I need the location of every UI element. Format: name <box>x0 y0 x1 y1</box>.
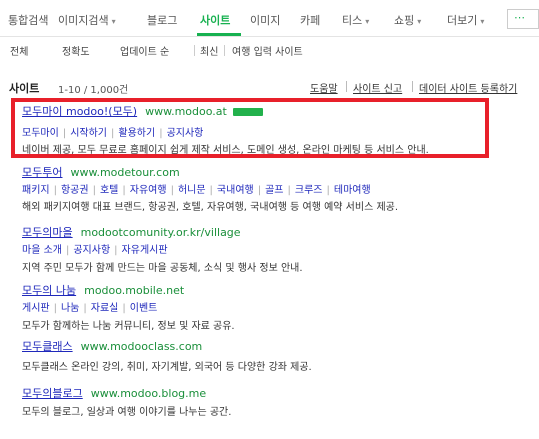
sort-accuracy[interactable]: 정확도 <box>62 43 90 58</box>
option-icon: ⋯ <box>514 11 525 24</box>
chevron-down-icon: ▾ <box>111 17 116 26</box>
result-sublinks: 마을 소개 | 공지사항 | 자유게시판 <box>22 245 168 256</box>
result-url[interactable]: www.modooclass.com <box>81 340 203 353</box>
sort-all[interactable]: 전체 <box>10 43 28 58</box>
sublink[interactable]: 골프 <box>265 185 283 196</box>
result-description: 모두의 블로그, 일상과 여행 이야기를 나누는 공간. <box>22 407 232 418</box>
result-link[interactable]: 모두클래스 <box>22 340 73 353</box>
result-description: 모두가 함께하는 나눔 커뮤니티, 정보 및 자료 공유. <box>22 321 235 332</box>
tab-image[interactable]: 이미지 <box>250 12 280 28</box>
chevron-down-icon: ▾ <box>417 17 422 26</box>
result-title: 모두의 나눔 modoo.mobile.net <box>22 282 184 298</box>
tab-more[interactable]: 더보기 ▾ <box>447 12 484 28</box>
sublink[interactable]: 이벤트 <box>130 303 158 314</box>
tab-blog[interactable]: 블로그 <box>147 12 177 28</box>
chevron-down-icon: ▾ <box>480 17 485 26</box>
result-url[interactable]: www.modetour.com <box>70 166 179 179</box>
result-title: 모두클래스 www.modooclass.com <box>22 338 202 354</box>
divider <box>194 45 195 56</box>
result-link[interactable]: 모두의 나눔 <box>22 284 76 297</box>
help-link[interactable]: 도움말 <box>310 80 338 95</box>
sublink[interactable]: 자유게시판 <box>122 245 168 256</box>
result-url[interactable]: www.modoo.blog.me <box>91 387 206 400</box>
result-sublinks: 패키지 | 항공권 | 호텔 | 자유여행 | 허니문 | 국내여행 | 골프 | 크루즈 | 테마여행 <box>22 185 371 196</box>
tab-cafe[interactable]: 카페 <box>300 12 320 28</box>
result-title: 모두투어 www.modetour.com <box>22 164 180 180</box>
sort-options: 전체 정확도 업데이트 순 최신 여행 입력 사이트 <box>0 43 539 59</box>
sublink[interactable]: 크루즈 <box>295 185 323 196</box>
result-count: 1-10 / 1,000건 <box>58 85 129 96</box>
register-site-link[interactable]: 데이터 사이트 등록하기 <box>419 80 517 95</box>
sublink[interactable]: 나눔 <box>61 303 79 314</box>
sublink[interactable]: 호텔 <box>100 185 118 196</box>
tab-shopping[interactable]: 쇼핑 ▾ <box>394 12 421 28</box>
report-site-link[interactable]: 사이트 신고 <box>353 80 402 95</box>
sublink[interactable]: 자유여행 <box>130 185 167 196</box>
highlight-box <box>11 98 489 158</box>
result-sublinks: 게시판 | 나눔 | 자료실 | 이벤트 <box>22 303 158 314</box>
chevron-down-icon: ▾ <box>365 17 370 26</box>
tab-image-search[interactable]: 이미지검색 ▾ <box>58 12 116 28</box>
sublink[interactable]: 국내여행 <box>217 185 254 196</box>
tab-site[interactable]: 사이트 <box>200 12 230 28</box>
result-description: 지역 주민 모두가 함께 만드는 마을 공동체, 소식 및 행사 정보 안내. <box>22 263 303 274</box>
result-link[interactable]: 모두의마을 <box>22 226 73 239</box>
section-title: 사이트 <box>9 82 40 95</box>
sublink[interactable]: 마을 소개 <box>22 245 62 256</box>
result-url[interactable]: modootcomunity.or.kr/village <box>81 226 241 239</box>
sublink[interactable]: 게시판 <box>22 303 50 314</box>
sublink[interactable]: 테마여행 <box>334 185 371 196</box>
tab-integrated[interactable]: 통합검색 <box>8 12 48 28</box>
sublink[interactable]: 자료실 <box>91 303 119 314</box>
divider <box>346 81 347 92</box>
divider <box>224 45 225 56</box>
result-link[interactable]: 모두투어 <box>22 166 62 179</box>
sort-update[interactable]: 업데이트 순 <box>120 43 169 58</box>
filter-site-input[interactable]: 여행 입력 사이트 <box>232 43 303 58</box>
result-description: 모두클래스 온라인 강의, 취미, 자기계발, 외국어 등 다양한 강좌 제공. <box>22 362 312 373</box>
sublink[interactable]: 공지사항 <box>73 245 110 256</box>
sort-latest[interactable]: 최신 <box>200 43 218 58</box>
search-tabs: 통합검색 이미지검색 ▾ 블로그 사이트 이미지 카페 티스 ▾ 쇼핑 ▾ 더보기 ▾ … <box>0 0 539 37</box>
result-title: 모두의마을 modootcomunity.or.kr/village <box>22 224 241 240</box>
tab-tistory[interactable]: 티스 ▾ <box>342 12 369 28</box>
search-option-toggle[interactable]: ⋯ <box>507 9 539 29</box>
result-description: 해외 패키지여행 대표 브랜드, 항공권, 호텔, 자유여행, 국내여행 등 여… <box>22 202 399 213</box>
result-url[interactable]: modoo.mobile.net <box>84 284 184 297</box>
active-tab-indicator <box>197 33 241 36</box>
divider <box>412 81 413 92</box>
result-link[interactable]: 모두의블로그 <box>22 387 83 400</box>
sublink[interactable]: 허니문 <box>178 185 206 196</box>
result-title: 모두의블로그 www.modoo.blog.me <box>22 385 206 401</box>
sublink[interactable]: 항공권 <box>61 185 89 196</box>
sublink[interactable]: 패키지 <box>22 185 50 196</box>
